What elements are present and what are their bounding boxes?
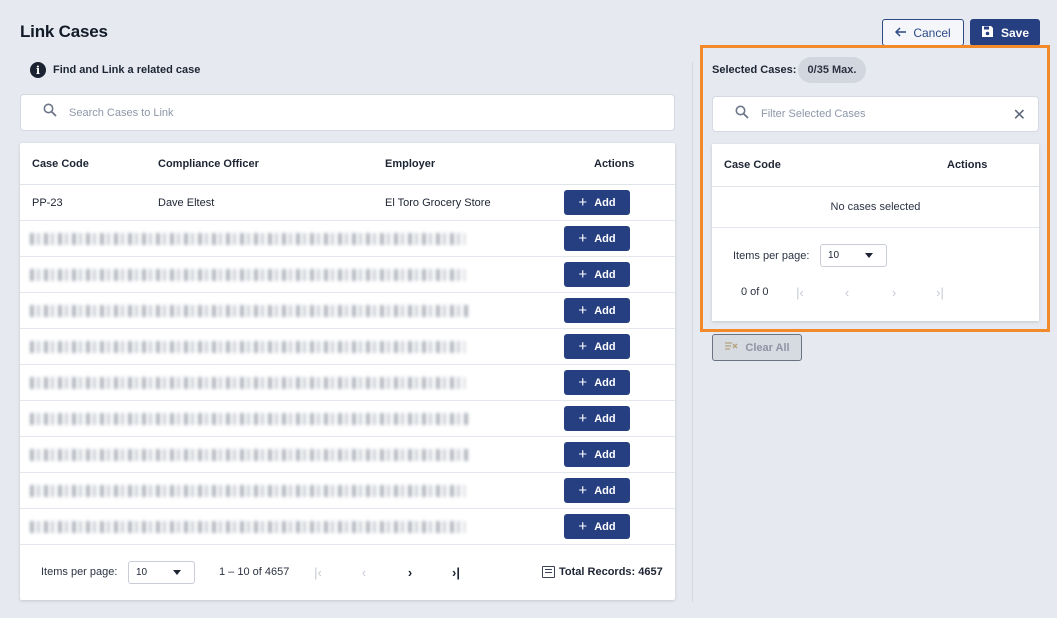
plus-icon: + bbox=[578, 230, 588, 247]
info-line: i Find and Link a related case bbox=[30, 62, 200, 78]
add-label: Add bbox=[594, 412, 616, 425]
save-icon bbox=[981, 25, 994, 41]
save-button[interactable]: Save bbox=[970, 19, 1040, 46]
redacted-row-content bbox=[30, 520, 465, 533]
table-row: + Add bbox=[20, 437, 675, 473]
column-header-case-code: Case Code bbox=[32, 157, 89, 170]
redacted-row-content bbox=[30, 304, 470, 317]
save-label: Save bbox=[1000, 25, 1030, 40]
page-title: Link Cases bbox=[20, 22, 108, 41]
items-per-page-select[interactable]: 10 bbox=[128, 560, 195, 584]
table-row: + Add bbox=[20, 365, 675, 401]
items-per-page-label: Items per page: bbox=[41, 566, 118, 578]
add-label: Add bbox=[594, 196, 616, 209]
plus-icon: + bbox=[578, 194, 588, 211]
add-button[interactable]: + Add bbox=[564, 406, 630, 431]
panel-divider bbox=[692, 62, 693, 602]
cell-officer: Dave Eltest bbox=[158, 196, 215, 209]
last-page-icon[interactable]: ›| bbox=[446, 562, 466, 582]
add-button[interactable]: + Add bbox=[564, 514, 630, 539]
plus-icon: + bbox=[578, 302, 588, 319]
add-button[interactable]: + Add bbox=[564, 262, 630, 287]
redacted-row-content bbox=[30, 448, 470, 461]
add-label: Add bbox=[594, 448, 616, 461]
plus-icon: + bbox=[578, 374, 588, 391]
add-button[interactable]: + Add bbox=[564, 226, 630, 251]
column-header-actions: Actions bbox=[594, 157, 635, 170]
table-row: + Add bbox=[20, 293, 675, 329]
page-range: 1 – 10 of 4657 bbox=[219, 566, 290, 578]
redacted-row-content bbox=[30, 376, 465, 389]
add-label: Add bbox=[594, 376, 616, 389]
items-per-page-value: 10 bbox=[136, 566, 148, 578]
arrow-left-icon bbox=[895, 26, 907, 40]
table-row: + Add bbox=[20, 509, 675, 545]
table-row: + Add bbox=[20, 257, 675, 293]
add-button[interactable]: + Add bbox=[564, 442, 630, 467]
clear-all-label: Clear All bbox=[745, 341, 790, 354]
redacted-row-content bbox=[30, 268, 465, 281]
next-page-icon[interactable]: › bbox=[400, 562, 420, 582]
plus-icon: + bbox=[578, 266, 588, 283]
column-header-employer: Employer bbox=[385, 157, 436, 170]
search-box[interactable] bbox=[20, 94, 675, 131]
table-header: Case Code Compliance Officer Employer Ac… bbox=[20, 143, 675, 185]
clear-all-button[interactable]: Clear All bbox=[712, 334, 802, 361]
cell-employer: El Toro Grocery Store bbox=[385, 196, 491, 209]
add-label: Add bbox=[594, 340, 616, 353]
table-row: PP-23 Dave Eltest El Toro Grocery Store … bbox=[20, 185, 675, 221]
column-header-officer: Compliance Officer bbox=[158, 157, 259, 170]
add-label: Add bbox=[594, 520, 616, 533]
search-icon bbox=[43, 103, 57, 122]
add-label: Add bbox=[594, 268, 616, 281]
cancel-label: Cancel bbox=[913, 25, 951, 40]
first-page-icon[interactable]: |‹ bbox=[308, 562, 328, 582]
table-row: + Add bbox=[20, 473, 675, 509]
list-icon bbox=[542, 566, 555, 578]
table-row: + Add bbox=[20, 221, 675, 257]
clear-icon bbox=[724, 341, 738, 354]
total-records: Total Records: 4657 bbox=[542, 566, 663, 578]
redacted-row-content bbox=[30, 412, 470, 425]
chevron-down-icon bbox=[173, 569, 181, 575]
prev-page-icon[interactable]: ‹ bbox=[354, 562, 374, 582]
plus-icon: + bbox=[578, 446, 588, 463]
total-records-text: Total Records: 4657 bbox=[559, 566, 663, 578]
paginator: Items per page: 10 1 – 10 of 4657 |‹ ‹ ›… bbox=[20, 552, 675, 592]
add-button[interactable]: + Add bbox=[564, 478, 630, 503]
table-row: + Add bbox=[20, 329, 675, 365]
table-row: + Add bbox=[20, 401, 675, 437]
redacted-row-content bbox=[30, 484, 465, 497]
redacted-row-content bbox=[30, 340, 465, 353]
cases-table: Case Code Compliance Officer Employer Ac… bbox=[20, 143, 675, 600]
add-button[interactable]: + Add bbox=[564, 370, 630, 395]
add-label: Add bbox=[594, 304, 616, 317]
plus-icon: + bbox=[578, 410, 588, 427]
cell-case-code[interactable]: PP-23 bbox=[32, 197, 63, 209]
add-button[interactable]: + Add bbox=[564, 298, 630, 323]
plus-icon: + bbox=[578, 518, 588, 535]
info-text: Find and Link a related case bbox=[53, 64, 201, 76]
add-button[interactable]: + Add bbox=[564, 190, 630, 215]
search-input[interactable] bbox=[69, 106, 589, 119]
highlight-box bbox=[700, 45, 1050, 332]
add-label: Add bbox=[594, 232, 616, 245]
add-button[interactable]: + Add bbox=[564, 334, 630, 359]
redacted-row-content bbox=[30, 232, 465, 245]
info-icon: i bbox=[30, 62, 46, 78]
plus-icon: + bbox=[578, 482, 588, 499]
cancel-button[interactable]: Cancel bbox=[882, 19, 964, 46]
add-label: Add bbox=[594, 484, 616, 497]
plus-icon: + bbox=[578, 338, 588, 355]
